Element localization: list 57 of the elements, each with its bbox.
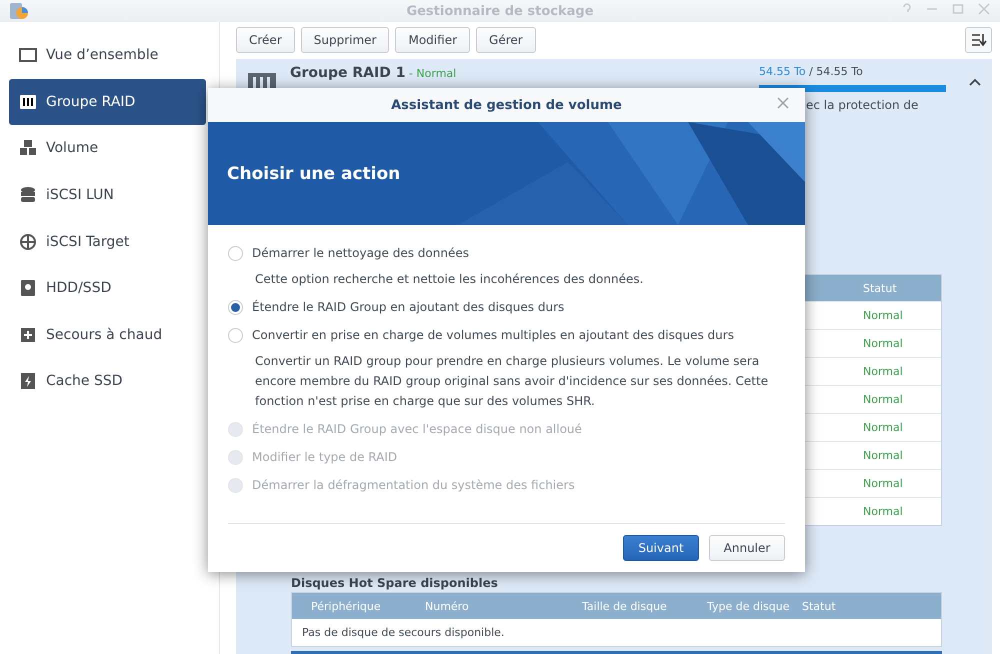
app-logo-icon bbox=[8, 1, 30, 21]
status-cell-text: Normal bbox=[862, 393, 904, 406]
cancel-button[interactable]: Annuler bbox=[709, 535, 785, 561]
toolbar-button[interactable]: Créer bbox=[236, 27, 295, 53]
option-label: Modifier le type de RAID bbox=[252, 450, 398, 464]
sidebar-item[interactable]: Cache SSD bbox=[9, 358, 206, 405]
raid-group-name: Groupe RAID 1 bbox=[290, 65, 406, 81]
option-description: Convertir un RAID group pour prendre en charge plusieurs volumes. Le volume sera encore membre du RAID group original sans avoir d'incidence sur ses données. Cette fonction n'est prise en charge que sur des volumes SHR. bbox=[254, 353, 770, 410]
option-description: Cette option recherche et nettoie les incohérences des données. bbox=[254, 271, 644, 288]
help-icon[interactable] bbox=[902, 3, 912, 15]
column-header: Statut bbox=[801, 600, 837, 612]
sidebar-item[interactable]: Vue d’ensemble bbox=[9, 32, 206, 79]
dialog-heading: Choisir une action bbox=[227, 164, 400, 184]
option-label: Convertir en prise en charge de volumes multiples en ajoutant des disques durs bbox=[252, 328, 734, 342]
sort-button[interactable] bbox=[965, 27, 992, 53]
globe-icon bbox=[18, 232, 38, 252]
dialog-title: Assistant de gestion de volume bbox=[391, 98, 622, 112]
maximize-icon[interactable] bbox=[952, 3, 964, 15]
empty-message: Pas de disque de secours disponible. bbox=[301, 625, 506, 641]
next-button[interactable]: Suivant bbox=[623, 535, 699, 561]
toolbar-button[interactable]: Modifier bbox=[395, 27, 470, 53]
column-header: Périphérique bbox=[310, 600, 382, 612]
status-cell-text: Normal bbox=[862, 421, 904, 434]
total-capacity: / 54.55 To bbox=[808, 65, 863, 78]
window-title: Gestionnaire de stockage bbox=[406, 4, 594, 18]
radio-button[interactable] bbox=[228, 300, 243, 314]
status-cell-text: Normal bbox=[862, 449, 904, 462]
status-cell-text: Normal bbox=[862, 477, 904, 490]
sidebar-item[interactable]: iSCSI LUN bbox=[9, 172, 206, 218]
option-label: Étendre le RAID Group avec l'espace disque non alloué bbox=[252, 422, 582, 436]
used-capacity: 54.55 To bbox=[759, 65, 806, 78]
radio-button[interactable] bbox=[228, 246, 243, 260]
status-cell-text: Normal bbox=[862, 309, 904, 322]
section-title: Disques Hot Spare disponibles bbox=[291, 576, 499, 590]
status-cell-text: Normal bbox=[862, 365, 904, 378]
column-header: Numéro bbox=[424, 600, 470, 612]
option-label: Étendre le RAID Group en ajoutant des disques durs bbox=[252, 300, 564, 314]
lightning-icon bbox=[18, 371, 38, 392]
sidebar-item[interactable]: HDD/SSD bbox=[9, 264, 206, 312]
sidebar-item[interactable]: Volume bbox=[9, 125, 206, 172]
option-label: Démarrer la défragmentation du système des fichiers bbox=[252, 478, 575, 492]
close-icon[interactable] bbox=[978, 3, 990, 15]
column-header: Taille de disque bbox=[581, 600, 668, 612]
radio-button[interactable] bbox=[228, 328, 243, 342]
column-header: Statut bbox=[862, 282, 898, 294]
sidebar-item[interactable]: iSCSI Target bbox=[9, 218, 206, 265]
raid-status: - Normal bbox=[408, 67, 456, 80]
toolbar-button[interactable]: Gérer bbox=[476, 27, 536, 53]
status-cell-text: Normal bbox=[862, 505, 904, 518]
option-label: Démarrer le nettoyage des données bbox=[252, 246, 469, 260]
sort-icon bbox=[970, 33, 986, 47]
raid-description: ec la protection de bbox=[806, 98, 918, 112]
sidebar-item[interactable]: Groupe RAID bbox=[9, 78, 206, 126]
sidebar-item[interactable]: Secours à chaud bbox=[9, 312, 206, 358]
column-header: Type de disque bbox=[706, 600, 790, 612]
toolbar-button[interactable]: Supprimer bbox=[300, 27, 390, 53]
status-cell-text: Normal bbox=[862, 337, 904, 350]
